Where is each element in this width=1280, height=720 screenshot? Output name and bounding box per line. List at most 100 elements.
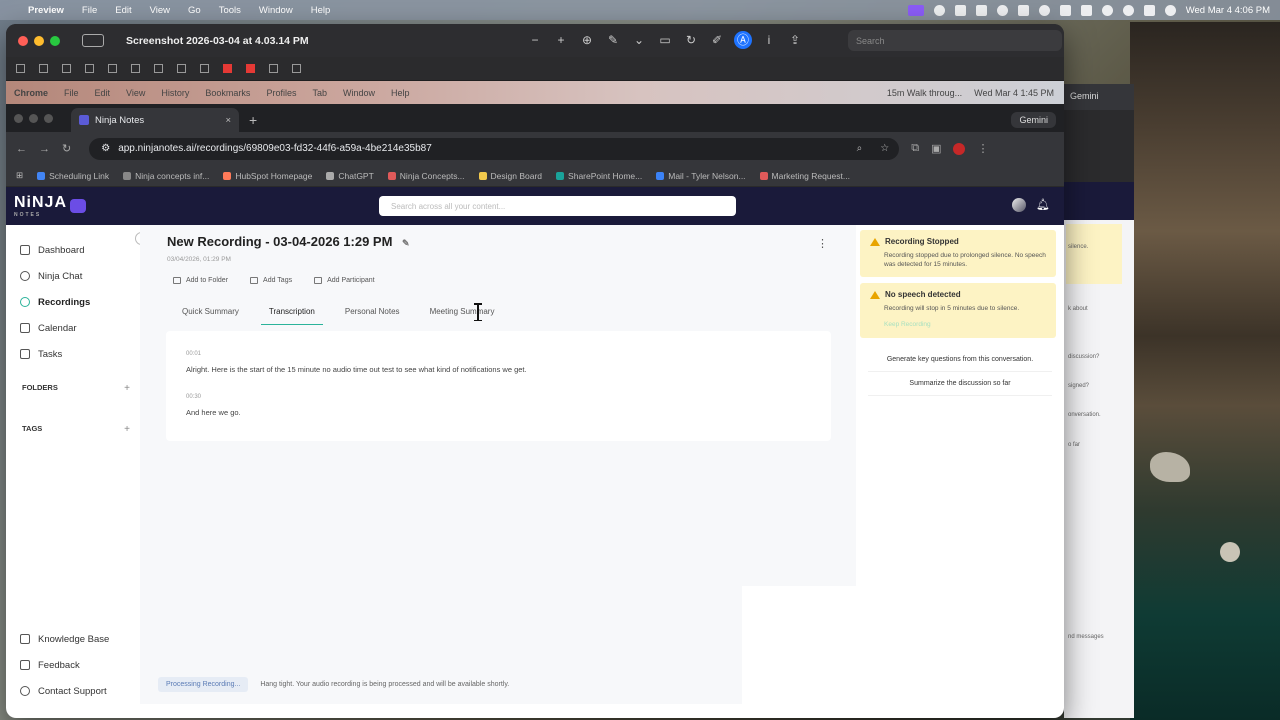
zoom-fit-icon[interactable]: ⊕ <box>578 31 596 49</box>
tags-section: TAGS + <box>6 424 140 435</box>
draw-tool-icon[interactable] <box>62 64 71 73</box>
notice-title-text: No speech detected <box>885 290 961 300</box>
tags-heading: TAGS <box>22 424 43 433</box>
sidebar-bottom-nav: Knowledge Base Feedback Contact Support <box>6 626 140 704</box>
status-app-icon[interactable] <box>1017 4 1029 16</box>
captured-menu-item: File <box>64 87 79 98</box>
captured-clock: Wed Mar 4 1:45 PM <box>974 87 1054 98</box>
sidebar-toggle-icon[interactable] <box>82 34 104 47</box>
folders-heading: FOLDERS <box>22 383 58 392</box>
tab-personal-notes: Personal Notes <box>344 307 400 316</box>
sidebar-item-feedback: Feedback <box>6 652 140 678</box>
bookmark-label: SharePoint Home... <box>568 170 643 181</box>
battery-icon[interactable] <box>1080 4 1092 16</box>
adjust-color-icon[interactable] <box>177 64 186 73</box>
bookmark-list: Scheduling Link Ninja concepts inf... HubS… <box>37 171 850 181</box>
edit-title-icon: ✎ <box>402 238 410 248</box>
zoom-out-icon[interactable]: − <box>526 31 544 49</box>
menubar-view[interactable]: View <box>150 5 170 16</box>
captured-menu-item: Edit <box>94 87 111 98</box>
screenshot-content: Chrome File Edit View History Bookmarks … <box>6 81 1064 718</box>
background-browser-window[interactable]: Gemini silence. k about discussion? sign… <box>1064 84 1134 718</box>
text-style-icon[interactable] <box>269 64 278 73</box>
preview-titlebar: Screenshot 2026-03-04 at 4.03.14 PM − + … <box>6 24 1064 57</box>
zoom-window-icon <box>44 114 53 123</box>
bookmark-favicon-icon <box>123 171 132 180</box>
preview-window: Screenshot 2026-03-04 at 4.03.14 PM − + … <box>6 24 1064 718</box>
captured-menu-item: View <box>126 87 146 98</box>
captured-meeting-reminder: 15m Walk throug... <box>886 87 963 98</box>
sketch-tool-icon[interactable] <box>39 64 48 73</box>
bookmark-label: ChatGPT <box>338 170 374 181</box>
text-tool-icon[interactable] <box>108 64 117 73</box>
markup-toolbar-icon[interactable]: Ⓐ <box>734 31 752 49</box>
wifi-icon[interactable] <box>1101 4 1113 16</box>
bookmark-favicon-icon <box>656 171 665 180</box>
shapes-tool-icon[interactable] <box>85 64 94 73</box>
menubar-go[interactable]: Go <box>188 5 201 16</box>
add-to-folder-button: Add to Folder <box>173 277 228 284</box>
background-notice <box>1066 224 1122 284</box>
shape-style-icon[interactable] <box>200 64 209 73</box>
markup-icon[interactable]: ✐ <box>708 31 726 49</box>
highlight-icon[interactable]: ✎ <box>604 31 622 49</box>
close-window-icon[interactable] <box>18 35 28 46</box>
bookmark-item: Ninja Concepts... <box>387 171 465 181</box>
recording-title-text: New Recording - 03-04-2026 1:29 PM <box>167 234 393 249</box>
no-speech-notice: No speech detected Recording will stop i… <box>860 283 1056 339</box>
captured-menu-item: Chrome <box>14 87 49 98</box>
site-settings-icon: ⚙ <box>101 143 111 154</box>
menubar-window[interactable]: Window <box>259 5 293 16</box>
background-gemini-button[interactable]: Gemini <box>1070 91 1099 101</box>
preview-search-placeholder: Search <box>856 35 885 46</box>
keep-recording-link: Keep Recording <box>884 321 931 329</box>
fill-color-icon[interactable] <box>246 64 255 73</box>
annotate-icon[interactable] <box>292 64 301 73</box>
sidebar-item-calendar: Calendar <box>6 315 140 341</box>
recording-actions: Add to Folder Add Tags Add Participant <box>173 277 375 284</box>
chevron-down-icon[interactable]: ⌄ <box>630 31 648 49</box>
background-text: onversation. <box>1068 412 1101 418</box>
search-icon[interactable] <box>1122 4 1134 16</box>
close-window-icon <box>14 114 23 123</box>
share-icon[interactable]: ⇪ <box>786 31 804 49</box>
selection-tool-icon[interactable] <box>16 64 25 73</box>
notice-body: Recording stopped due to prolonged silen… <box>884 252 1046 269</box>
status-app-icon[interactable] <box>975 4 987 16</box>
bookmark-item: SharePoint Home... <box>556 171 642 181</box>
menubar-file[interactable]: File <box>82 5 97 16</box>
menubar-clock[interactable]: Wed Mar 4 4:06 PM <box>1186 5 1270 16</box>
status-app-icon[interactable] <box>1038 4 1050 16</box>
menubar-edit[interactable]: Edit <box>115 5 131 16</box>
header-actions: 🔔︎ <box>1012 198 1050 212</box>
zoom-window-icon[interactable] <box>50 35 60 46</box>
control-center-icon[interactable] <box>1143 4 1155 16</box>
note-tool-icon[interactable] <box>154 64 163 73</box>
bookmark-label: Design Board <box>490 170 543 181</box>
status-app-icon[interactable] <box>1059 4 1071 16</box>
status-app-icon[interactable] <box>954 4 966 16</box>
border-color-icon[interactable] <box>223 64 232 73</box>
menubar-help[interactable]: Help <box>311 5 331 16</box>
bookmark-favicon-icon <box>37 171 46 180</box>
apps-grid-icon: ⊞ <box>16 170 24 180</box>
status-app-icon[interactable] <box>933 4 945 16</box>
zoom-icon: ⌕ <box>856 143 863 154</box>
minimize-window-icon[interactable] <box>34 35 44 46</box>
rotate-icon[interactable]: ↻ <box>682 31 700 49</box>
crop-icon[interactable]: ▭ <box>656 31 674 49</box>
recording-more-icon: ⋮ <box>817 238 828 250</box>
menubar-tools[interactable]: Tools <box>219 5 241 16</box>
dashboard-icon <box>20 245 30 255</box>
tab-quick-summary: Quick Summary <box>182 307 239 316</box>
screen-record-icon[interactable] <box>907 4 924 16</box>
preview-search-input[interactable]: Search <box>848 30 1062 51</box>
status-app-icon[interactable] <box>996 4 1008 16</box>
zoom-in-icon[interactable]: + <box>552 31 570 49</box>
sign-tool-icon[interactable] <box>131 64 140 73</box>
user-avatar <box>1012 198 1027 212</box>
menubar-app-name[interactable]: Preview <box>28 5 64 16</box>
siri-icon[interactable] <box>1164 4 1176 16</box>
tab-transcription: Transcription <box>260 307 323 325</box>
info-icon[interactable]: i <box>760 31 778 49</box>
